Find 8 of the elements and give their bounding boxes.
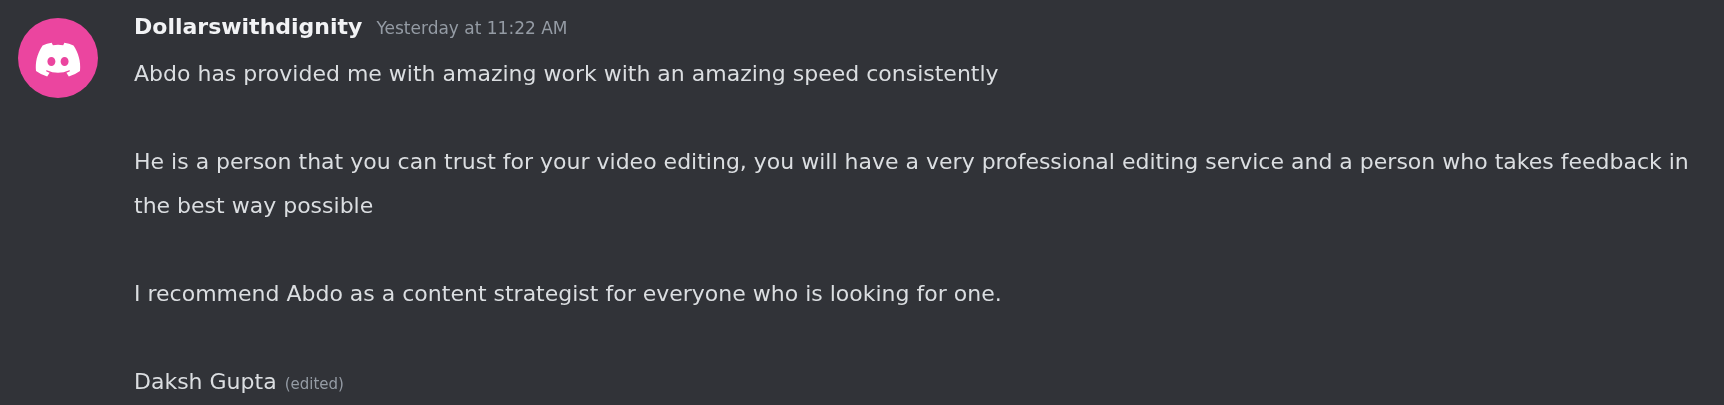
- message-text: Abdo has provided me with amazing work with an amazing speed consistently: [134, 60, 1000, 88]
- message-text: Daksh Gupta: [134, 368, 277, 396]
- timestamp: Yesterday at 11:22 AM: [376, 18, 568, 38]
- username[interactable]: Dollarswithdignity: [134, 14, 363, 39]
- avatar-icon[interactable]: [18, 18, 98, 98]
- message-text: He is a person that you can trust for your video editing, you will have a very professional editing service and a person who takes feedback in the best way possible: [134, 148, 1690, 220]
- edited-label: (edited): [284, 375, 344, 393]
- message-text: I recommend Abdo as a content strategist for everyone who is looking for one.: [134, 280, 1003, 308]
